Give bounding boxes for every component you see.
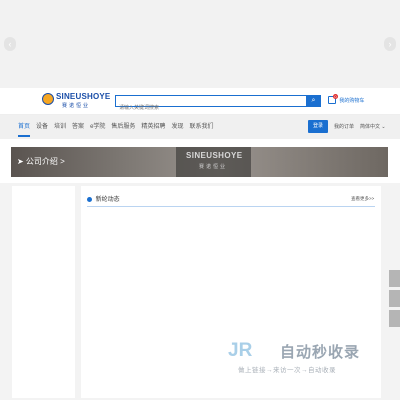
watermark: JR 自动秒收录 做上链接→来访一次→自动收录 [228,338,378,376]
logo-mark-icon [42,93,54,105]
news-icon [87,196,92,202]
search-icon: ⌕ [311,97,316,104]
panel-divider [87,206,375,207]
side-float-tab-3[interactable] [389,310,400,327]
cart-link[interactable]: 0 我的购物车 [328,94,365,107]
logo-subtitle: 赛诺恒业 [62,103,91,109]
nav-item-e-academy[interactable]: e学院 [90,115,105,139]
site-logo[interactable]: SINEUSHOYE 赛诺恒业 [42,92,111,110]
next-slide-icon[interactable]: › [384,37,396,51]
side-float-tab-2[interactable] [389,290,400,307]
nav-item-training[interactable]: 培训 [54,115,66,139]
banner-logo-subtitle: 赛诺恒业 [199,164,228,170]
watermark-mark: JR [228,340,253,361]
sidebar-panel [12,186,75,398]
banner-logo-text: SINEUSHOYE [186,151,243,160]
search-button[interactable]: ⌕ [306,95,321,107]
nav-items: 首页 设备 培训 答案 e学院 售后服务 精英招聘 发现 联系我们 [18,115,219,139]
logo-text: SINEUSHOYE [56,92,111,101]
language-select[interactable]: 简体中文 ⌄ [360,115,386,139]
hero-banner: ‹ › [0,0,400,88]
nav-item-equipment[interactable]: 设备 [36,115,48,139]
news-section-title: 新纶动态 [95,197,120,203]
my-orders-link[interactable]: 我的订单 [334,115,354,139]
search-box [115,95,306,113]
nav-item-after-sales[interactable]: 售后服务 [111,115,135,139]
view-more-link[interactable]: 查看更多>> [351,196,374,202]
nav-item-contact[interactable]: 联系我们 [189,115,213,139]
watermark-subtitle: 做上链接→来访一次→自动收录 [238,367,336,374]
site-header: SINEUSHOYE 赛诺恒业 ⌕ 0 我的购物车 [0,88,400,115]
nav-item-discover[interactable]: 发现 [171,115,183,139]
prev-slide-icon[interactable]: ‹ [4,37,16,51]
cart-count-badge: 0 [333,94,338,99]
search-input[interactable] [116,103,306,113]
page-banner-title: ➤ 公司介绍 > [17,157,65,166]
nav-item-answers[interactable]: 答案 [72,115,84,139]
side-float-tab-1[interactable] [389,270,400,287]
cart-label: 我的购物车 [339,97,365,104]
nav-item-home[interactable]: 首页 [18,115,31,139]
page-banner: SINEUSHOYE 赛诺恒业 ➤ 公司介绍 > [11,147,388,177]
watermark-title: 自动秒收录 [280,344,361,361]
news-section-header: 新纶动态 [87,194,120,203]
nav-item-recruitment[interactable]: 精英招聘 [141,115,165,139]
login-button[interactable]: 登录 [308,120,328,133]
main-nav: 首页 设备 培训 答案 e学院 售后服务 精英招聘 发现 联系我们 登录 我的订… [0,115,400,139]
